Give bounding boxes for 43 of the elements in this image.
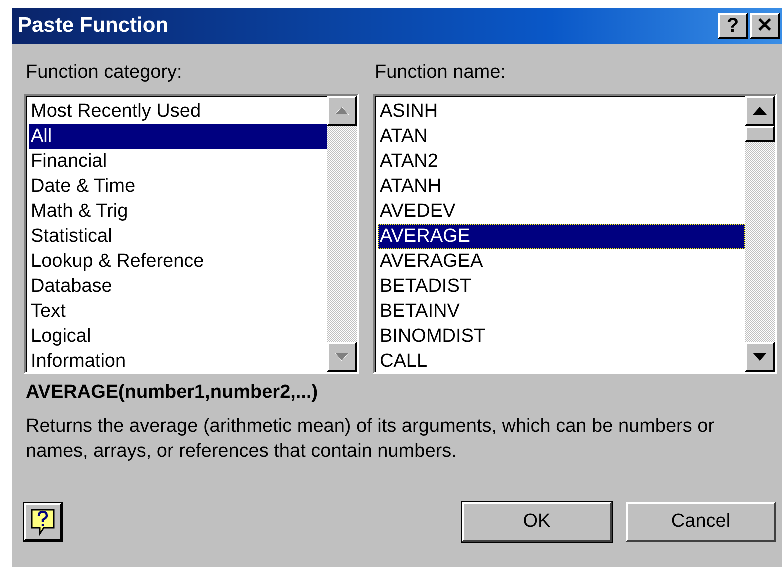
scrollbar[interactable] [745, 96, 775, 372]
help-button[interactable] [24, 503, 62, 541]
list-item[interactable]: ASINH [378, 99, 745, 124]
down-arrow-icon [753, 353, 767, 361]
window-title: Paste Function [18, 14, 170, 38]
list-item[interactable]: Logical [29, 324, 327, 349]
list-item[interactable]: ATAN2 [378, 149, 745, 174]
scroll-down-button[interactable] [745, 342, 775, 372]
list-item[interactable]: Lookup & Reference [29, 249, 327, 274]
function-description: Returns the average (arithmetic mean) of its arguments, which can be numbers or names, arrays, or references that contain numbers. [25, 415, 716, 464]
list-label: Function category: [25, 62, 184, 85]
list-item[interactable]: ATAN [378, 124, 745, 149]
close-button[interactable]: ✕ [750, 13, 780, 39]
list-item[interactable]: AVERAGE [378, 224, 745, 249]
list-item[interactable]: BINOMDIST [378, 324, 745, 349]
ok-button[interactable]: OK [462, 502, 612, 542]
up-arrow-icon [335, 107, 349, 115]
down-arrow-icon [335, 353, 349, 361]
list-box[interactable]: ASINH ATAN ATAN2 ATANH AVEDEV AVERAGE AVERAGEA BETADIST BETAINV BINOMDIST CALL [373, 94, 777, 374]
list-label: Function name: [374, 62, 507, 85]
list-item[interactable]: Text [29, 299, 327, 324]
list-item[interactable]: Database [29, 274, 327, 299]
list-item[interactable]: Most Recently Used [29, 99, 327, 124]
list-item[interactable]: AVERAGEA [378, 249, 745, 274]
list-item[interactable]: Math & Trig [29, 199, 327, 224]
help-button[interactable]: ? [718, 13, 748, 39]
up-arrow-icon [753, 107, 767, 115]
list-box[interactable]: Most Recently Used All Financial Date & Time Math & Trig Statistical Lookup & Reference Database Text Logical Information [24, 94, 359, 374]
list-item[interactable]: Statistical [29, 224, 327, 249]
list-item[interactable]: All [29, 124, 327, 149]
list-item[interactable]: Financial [29, 149, 327, 174]
cancel-button[interactable]: Cancel [626, 502, 776, 542]
list-item[interactable]: Information [29, 349, 327, 374]
help-balloon-icon [30, 508, 56, 536]
list-item[interactable]: CALL [378, 349, 745, 374]
list-item[interactable]: ATANH [378, 174, 745, 199]
scroll-thumb[interactable] [745, 126, 775, 142]
scroll-up-button[interactable] [745, 96, 775, 126]
function-syntax: AVERAGE(number1,number2,...) [25, 382, 320, 404]
list-item[interactable]: AVEDEV [378, 199, 745, 224]
list-item[interactable]: BETADIST [378, 274, 745, 299]
list-item[interactable]: Date & Time [29, 174, 327, 199]
list-item[interactable]: BETAINV [378, 299, 745, 324]
